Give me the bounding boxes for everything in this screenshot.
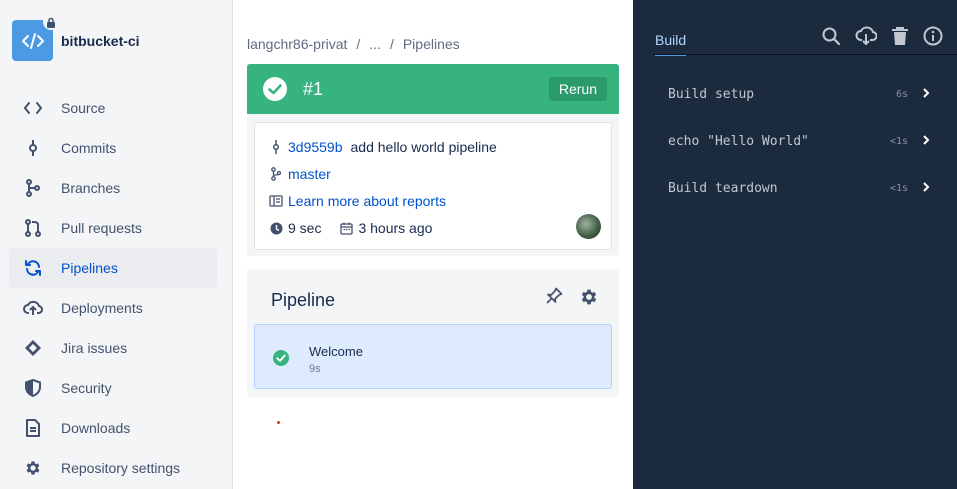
breadcrumb: langchr86-privat / ... / Pipelines [247, 36, 460, 52]
sidebar-item-label: Jira issues [61, 340, 128, 356]
branch-icon [269, 167, 283, 181]
sidebar-item-commits[interactable]: Commits [9, 128, 217, 168]
commit-message: add hello world pipeline [350, 139, 497, 155]
build-duration: 9 sec [288, 220, 322, 236]
sidebar-item-pull-requests[interactable]: Pull requests [9, 208, 217, 248]
step-name: Welcome [309, 344, 363, 359]
gear-icon[interactable] [579, 287, 599, 310]
chevron-right-icon [922, 134, 930, 149]
sidebar-item-security[interactable]: Security [9, 368, 217, 408]
sidebar-item-jira-issues[interactable]: Jira issues [9, 328, 217, 368]
breadcrumb-owner[interactable]: langchr86-privat [247, 36, 347, 52]
log-step[interactable]: echo "Hello World" <1s [668, 130, 930, 152]
sidebar-item-label: Downloads [61, 420, 131, 436]
main-content: langchr86-privat / ... / Pipelines #1 Re… [233, 0, 633, 489]
breadcrumb-ellipsis[interactable]: ... [369, 36, 381, 52]
success-check-icon [263, 77, 287, 101]
file-icon [23, 418, 43, 438]
log-step-time: <1s [889, 182, 908, 194]
jira-icon [23, 338, 43, 358]
commit-row: 3d9559b add hello world pipeline [269, 139, 497, 155]
commit-icon [269, 140, 283, 154]
gear-icon [23, 458, 43, 478]
step-duration: 9s [309, 363, 321, 375]
build-card: #1 Rerun 3d9559b add hello world pipelin… [247, 64, 619, 256]
log-step-name: Build setup [668, 86, 755, 102]
tab-divider [653, 54, 957, 55]
pin-icon[interactable] [545, 287, 563, 310]
sidebar-item-label: Security [61, 380, 112, 396]
sidebar-item-label: Repository settings [61, 460, 181, 476]
code-icon [23, 98, 43, 118]
build-number: #1 [303, 78, 324, 99]
sidebar-item-label: Commits [61, 140, 117, 156]
reports-row: Learn more about reports [269, 193, 446, 209]
pipeline-card: Pipeline Welcome 9s [247, 269, 619, 397]
commit-icon [23, 138, 43, 158]
log-step-time: 6s [895, 88, 908, 100]
info-icon[interactable] [923, 26, 943, 49]
sidebar-item-downloads[interactable]: Downloads [9, 408, 217, 448]
pipeline-title: Pipeline [271, 290, 336, 310]
trash-icon[interactable] [891, 26, 909, 49]
chevron-right-icon [922, 181, 930, 196]
sidebar-item-pipelines[interactable]: Pipelines [9, 248, 217, 288]
report-icon [269, 195, 283, 207]
sidebar-item-label: Pipelines [61, 260, 118, 276]
lock-icon [43, 14, 59, 30]
branch-icon [23, 178, 43, 198]
pull-request-icon [23, 218, 43, 238]
code-icon [21, 32, 44, 49]
sidebar-item-label: Source [61, 100, 106, 116]
calendar-icon [339, 222, 353, 235]
log-toolbar [821, 26, 943, 49]
log-step-name: echo "Hello World" [668, 133, 809, 149]
log-step-time: <1s [889, 135, 908, 147]
rerun-button[interactable]: Rerun [548, 77, 607, 101]
sidebar-item-label: Deployments [61, 300, 143, 316]
pipeline-actions [545, 287, 599, 310]
red-dot [277, 421, 280, 424]
success-check-icon [273, 350, 289, 369]
sidebar-item-deployments[interactable]: Deployments [9, 288, 217, 328]
avatar[interactable] [576, 214, 601, 239]
branch-row: master [269, 166, 331, 182]
reports-link[interactable]: Learn more about reports [288, 193, 446, 209]
tab-build[interactable]: Build [655, 32, 687, 56]
sidebar-item-label: Branches [61, 180, 121, 196]
breadcrumb-current[interactable]: Pipelines [403, 36, 460, 52]
shield-icon [23, 378, 43, 398]
sidebar-item-repository-settings[interactable]: Repository settings [9, 448, 217, 488]
cloud-upload-icon [23, 298, 43, 318]
sidebar-item-branches[interactable]: Branches [9, 168, 217, 208]
breadcrumb-separator: / [389, 36, 394, 52]
log-step[interactable]: Build teardown <1s [668, 177, 930, 199]
sidebar-item-label: Pull requests [61, 220, 142, 236]
repo-header[interactable]: bitbucket-ci [12, 14, 140, 61]
cloud-download-icon[interactable] [855, 26, 878, 49]
repo-name[interactable]: bitbucket-ci [61, 33, 140, 49]
breadcrumb-separator: / [356, 36, 361, 52]
sidebar: bitbucket-ci Source Commits Branches Pul… [0, 0, 233, 489]
branch-link[interactable]: master [288, 166, 331, 182]
pipelines-icon [23, 258, 43, 278]
log-step[interactable]: Build setup 6s [668, 83, 930, 105]
sidebar-nav: Source Commits Branches Pull requests Pi… [9, 88, 217, 488]
build-time-ago: 3 hours ago [358, 220, 433, 236]
pipeline-step[interactable]: Welcome 9s [254, 324, 612, 389]
sidebar-item-source[interactable]: Source [9, 88, 217, 128]
meta-row: 9 sec 3 hours ago [269, 220, 432, 236]
clock-icon [269, 222, 283, 235]
build-details: 3d9559b add hello world pipeline master … [254, 122, 612, 250]
build-status-bar: #1 Rerun [247, 64, 619, 114]
build-log-panel: Build Build setup 6s echo "Hello World" … [633, 0, 957, 489]
search-icon[interactable] [821, 26, 841, 49]
commit-hash-link[interactable]: 3d9559b [288, 139, 343, 155]
chevron-right-icon [922, 87, 930, 102]
repo-avatar[interactable] [12, 14, 59, 61]
log-step-name: Build teardown [668, 180, 778, 196]
